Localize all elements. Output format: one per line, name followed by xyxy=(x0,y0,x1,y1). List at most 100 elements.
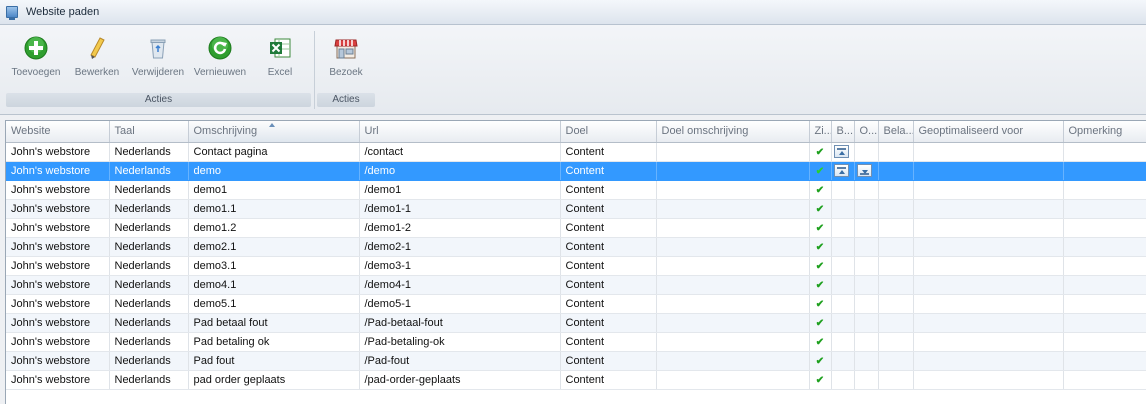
cell-b xyxy=(831,351,855,371)
column-header-url[interactable]: Url xyxy=(359,121,561,143)
cell-o xyxy=(854,294,879,314)
cell-bela xyxy=(878,351,914,371)
ribbon-toolbar: Toevoegen Bewerken Verwijderen Vernieuwe… xyxy=(0,25,1146,115)
cell-url: /demo1 xyxy=(359,180,561,200)
cell-omschrijving: demo4.1 xyxy=(188,275,360,295)
visit-button[interactable]: Bezoek xyxy=(315,29,377,89)
cell-zichtbaar: ✔ xyxy=(809,237,832,257)
column-header-opmerking[interactable]: Opmerking xyxy=(1063,121,1146,143)
cell-website: John's webstore xyxy=(6,199,110,219)
cell-zichtbaar: ✔ xyxy=(809,256,832,276)
ribbon-group-label: Acties xyxy=(317,93,375,107)
cell-taal: Nederlands xyxy=(109,161,189,181)
paths-grid: Website Taal Omschrijving Url Doel Doel … xyxy=(5,120,1146,404)
cell-website: John's webstore xyxy=(6,313,110,333)
cell-zichtbaar: ✔ xyxy=(809,161,832,181)
checkmark-icon: ✔ xyxy=(815,374,825,386)
column-header-omschrijving[interactable]: Omschrijving xyxy=(188,121,360,143)
cell-bela xyxy=(878,256,914,276)
cell-o xyxy=(854,351,879,371)
paths-table: Website Taal Omschrijving Url Doel Doel … xyxy=(6,121,1146,390)
table-row[interactable]: John's webstore Nederlands demo1.1/demo1-1… xyxy=(6,199,1146,219)
table-row[interactable]: John's webstore Nederlands demo4.1/demo4-1… xyxy=(6,275,1146,295)
title-bar: Website paden xyxy=(0,0,1146,25)
cell-doel: Content xyxy=(560,218,657,238)
cell-omschrijving: Pad betaling ok xyxy=(188,332,360,352)
cell-geoptimaliseerd-voor xyxy=(913,351,1064,371)
table-row[interactable]: John's webstore Nederlands demo1/demo1 Cont… xyxy=(6,180,1146,200)
cell-geoptimaliseerd-voor xyxy=(913,199,1064,219)
download-icon[interactable] xyxy=(856,164,872,177)
cell-doel-omschrijving xyxy=(656,218,810,238)
cell-doel-omschrijving xyxy=(656,351,810,371)
column-header-website[interactable]: Website xyxy=(6,121,110,143)
column-header-taal[interactable]: Taal xyxy=(109,121,189,143)
cell-website: John's webstore xyxy=(6,275,110,295)
table-row[interactable]: John's webstore Nederlands Pad betaling ok… xyxy=(6,332,1146,352)
cell-b xyxy=(831,294,855,314)
cell-bela xyxy=(878,332,914,352)
checkmark-icon: ✔ xyxy=(815,241,825,253)
cell-doel: Content xyxy=(560,294,657,314)
cell-bela xyxy=(878,370,914,390)
cell-taal: Nederlands xyxy=(109,370,189,390)
table-row[interactable]: John's webstore Nederlands demo1.2/demo1-2… xyxy=(6,218,1146,238)
cell-b xyxy=(831,180,855,200)
upload-icon[interactable] xyxy=(833,145,849,158)
cell-o xyxy=(854,237,879,257)
cell-o xyxy=(854,218,879,238)
cell-taal: Nederlands xyxy=(109,256,189,276)
table-row[interactable]: John's webstore Nederlands demo3.1/demo3-1… xyxy=(6,256,1146,276)
sort-ascending-icon xyxy=(268,123,275,127)
cell-opmerking xyxy=(1063,332,1146,352)
cell-doel-omschrijving xyxy=(656,294,810,314)
cell-opmerking xyxy=(1063,256,1146,276)
cell-website: John's webstore xyxy=(6,142,110,162)
cell-b xyxy=(831,256,855,276)
cell-o xyxy=(854,142,879,162)
cell-opmerking xyxy=(1063,237,1146,257)
cell-website: John's webstore xyxy=(6,237,110,257)
cell-url: /contact xyxy=(359,142,561,162)
ribbon-group-label: Acties xyxy=(6,93,311,107)
cell-website: John's webstore xyxy=(6,256,110,276)
column-header-doel[interactable]: Doel xyxy=(560,121,657,143)
column-header-bela[interactable]: Bela... xyxy=(878,121,914,143)
cell-b xyxy=(831,370,855,390)
refresh-button[interactable]: Vernieuwen xyxy=(190,29,250,89)
table-row[interactable]: John's webstore Nederlands demo/demo Conten… xyxy=(6,161,1146,181)
cell-o xyxy=(854,370,879,390)
cell-doel: Content xyxy=(560,180,657,200)
cell-o xyxy=(854,313,879,333)
table-row[interactable]: John's webstore Nederlands demo5.1/demo5-1… xyxy=(6,294,1146,314)
upload-icon[interactable] xyxy=(833,164,849,177)
excel-button[interactable]: Excel xyxy=(250,29,310,89)
cell-taal: Nederlands xyxy=(109,332,189,352)
column-header-o[interactable]: O... xyxy=(854,121,879,143)
cell-bela xyxy=(878,218,914,238)
cell-opmerking xyxy=(1063,370,1146,390)
table-row[interactable]: John's webstore Nederlands demo2.1/demo2-1… xyxy=(6,237,1146,257)
cell-bela xyxy=(878,294,914,314)
window-title: Website paden xyxy=(26,6,100,18)
column-header-geoptimaliseerd-voor[interactable]: Geoptimaliseerd voor xyxy=(913,121,1064,143)
cell-zichtbaar: ✔ xyxy=(809,313,832,333)
header-row: Website Taal Omschrijving Url Doel Doel … xyxy=(6,121,1146,143)
cell-omschrijving: demo1.2 xyxy=(188,218,360,238)
cell-omschrijving: demo2.1 xyxy=(188,237,360,257)
table-row[interactable]: John's webstore Nederlands Pad fout/Pad-fo… xyxy=(6,351,1146,371)
cell-omschrijving: demo xyxy=(188,161,360,181)
edit-button[interactable]: Bewerken xyxy=(68,29,126,89)
cell-url: /Pad-fout xyxy=(359,351,561,371)
column-header-doel-omschrijving[interactable]: Doel omschrijving xyxy=(656,121,810,143)
column-header-b[interactable]: B... xyxy=(831,121,855,143)
add-button[interactable]: Toevoegen xyxy=(4,29,68,89)
delete-button[interactable]: Verwijderen xyxy=(126,29,190,89)
table-row[interactable]: John's webstore Nederlands Contact pagina /… xyxy=(6,142,1146,162)
table-row[interactable]: John's webstore Nederlands pad order gepla… xyxy=(6,370,1146,390)
checkmark-icon: ✔ xyxy=(815,260,825,272)
table-row[interactable]: John's webstore Nederlands Pad betaal fout… xyxy=(6,313,1146,333)
column-header-zichtbaar[interactable]: Zi... xyxy=(809,121,832,143)
cell-bela xyxy=(878,142,914,162)
cell-url: /demo5-1 xyxy=(359,294,561,314)
